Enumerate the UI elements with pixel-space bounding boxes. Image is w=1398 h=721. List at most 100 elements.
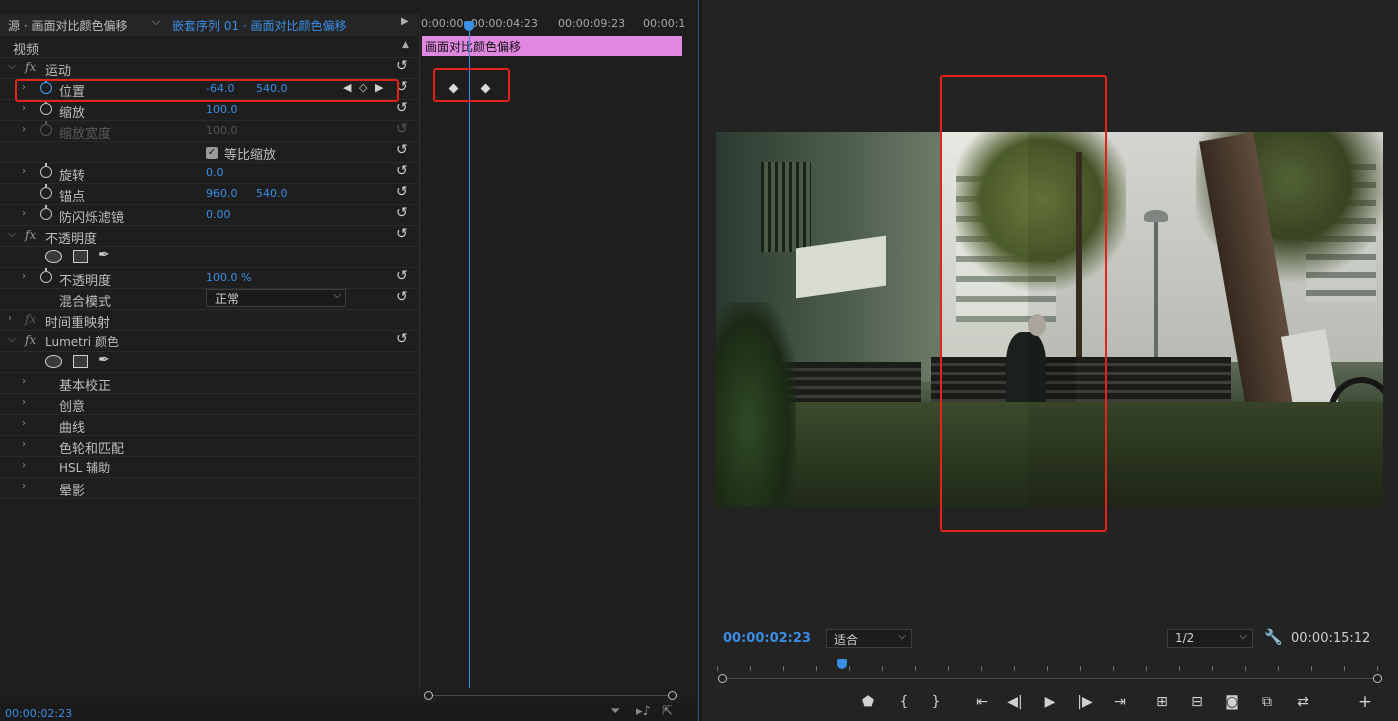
time-remap-row[interactable]: › fx 时间重映射 xyxy=(0,310,418,331)
monitor-playhead[interactable] xyxy=(837,659,847,669)
stopwatch-icon[interactable] xyxy=(40,268,52,283)
proxy-toggle-icon[interactable]: ⇄ xyxy=(1293,694,1313,710)
scale-row[interactable]: › 缩放 100.0 ↺ xyxy=(0,100,418,121)
play-arrow-icon[interactable]: ▶ xyxy=(401,16,409,27)
lift-icon[interactable]: ⊞ xyxy=(1152,694,1172,710)
monitor-time-ruler[interactable] xyxy=(717,662,1383,672)
scroll-handle-left[interactable] xyxy=(424,691,433,700)
playhead-timecode[interactable]: 00:00:02:23 xyxy=(723,631,811,646)
add-button-icon[interactable]: + xyxy=(1355,692,1375,712)
lumetri-section-row[interactable]: › 创意 xyxy=(0,394,418,415)
step-forward-icon[interactable]: |▶ xyxy=(1075,694,1095,710)
lumetri-section-row[interactable]: › 色轮和匹配 xyxy=(0,436,418,457)
opacity-row[interactable]: › 不透明度 100.0 % ↺ xyxy=(0,268,418,289)
anchor-row[interactable]: 锚点 960.0 540.0 ↺ xyxy=(0,184,418,205)
uniform-scale-checkbox[interactable]: ✓ xyxy=(206,147,218,159)
wrench-icon[interactable]: 🔧 xyxy=(1264,628,1283,646)
anchor-x-value[interactable]: 960.0 xyxy=(206,187,238,200)
chevron-right-icon[interactable]: › xyxy=(22,376,26,387)
reset-icon[interactable]: ↺ xyxy=(396,289,408,305)
anchor-y-value[interactable]: 540.0 xyxy=(256,187,288,200)
rotation-row[interactable]: › 旋转 0.0 ↺ xyxy=(0,163,418,184)
mark-in-icon[interactable]: { xyxy=(894,694,914,710)
monitor-scrub-track[interactable] xyxy=(721,678,1381,679)
add-marker-icon[interactable]: ⬟ xyxy=(858,694,878,710)
play-icon[interactable]: ▶ xyxy=(1040,694,1060,710)
comparison-view-icon[interactable]: ⧉ xyxy=(1257,694,1277,710)
playback-resolution-select[interactable]: 1/2 ⌵ xyxy=(1167,629,1253,648)
export-icon[interactable]: ⇱ xyxy=(662,704,673,719)
opacity-value[interactable]: 100.0 % xyxy=(206,271,251,284)
chevron-down-icon[interactable]: ⌵ xyxy=(8,229,16,240)
scrub-handle-left[interactable] xyxy=(718,674,727,683)
chevron-right-icon[interactable]: › xyxy=(22,271,26,282)
chevron-right-icon[interactable]: › xyxy=(8,313,12,324)
chevron-right-icon[interactable]: › xyxy=(22,397,26,408)
stopwatch-icon[interactable] xyxy=(40,184,52,199)
chevron-right-icon[interactable]: › xyxy=(22,166,26,177)
stopwatch-icon[interactable] xyxy=(40,100,52,115)
scale-value[interactable]: 100.0 xyxy=(206,103,238,116)
reset-icon[interactable]: ↺ xyxy=(396,226,408,242)
rotation-value[interactable]: 0.0 xyxy=(206,166,224,179)
chevron-down-icon[interactable]: ⌵ xyxy=(8,334,16,345)
scroll-up-icon[interactable]: ▲ xyxy=(402,40,409,50)
sequence-tab[interactable]: 嵌套序列 01 · 画面对比颜色偏移 xyxy=(172,17,347,34)
chevron-right-icon[interactable]: › xyxy=(22,481,26,492)
rectangle-mask-icon[interactable] xyxy=(73,355,88,368)
chevron-right-icon[interactable]: › xyxy=(22,208,26,219)
blend-mode-select[interactable]: 正常 ⌵ xyxy=(206,289,346,307)
pen-mask-icon[interactable]: ✒ xyxy=(98,247,110,263)
motion-effect-row[interactable]: ⌵ fx 运动 ↺ xyxy=(0,58,418,79)
reset-icon[interactable]: ↺ xyxy=(396,184,408,200)
reset-icon[interactable]: ↺ xyxy=(396,205,408,221)
reset-icon[interactable]: ↺ xyxy=(396,142,408,158)
stopwatch-icon[interactable] xyxy=(40,205,52,220)
anti-flicker-row[interactable]: › 防闪烁滤镜 0.00 ↺ xyxy=(0,205,418,226)
lumetri-effect-row[interactable]: ⌵ fx Lumetri 颜色 ↺ xyxy=(0,331,418,352)
camera-icon[interactable]: ◙ xyxy=(1222,694,1242,710)
uniform-scale-row[interactable]: ✓ 等比缩放 ↺ xyxy=(0,142,418,163)
go-to-out-icon[interactable]: ⇥ xyxy=(1110,694,1130,710)
rectangle-mask-icon[interactable] xyxy=(73,250,88,263)
clip-bar[interactable]: 画面对比颜色偏移 xyxy=(422,36,682,56)
chevron-right-icon[interactable]: › xyxy=(22,439,26,450)
reset-icon[interactable]: ↺ xyxy=(396,331,408,347)
fx-icon[interactable]: fx xyxy=(25,228,36,242)
blend-mode-row[interactable]: 混合模式 正常 ⌵ ↺ xyxy=(0,289,418,310)
chevron-down-icon[interactable]: ⌵ xyxy=(152,15,160,29)
zoom-level-select[interactable]: 适合 ⌵ xyxy=(826,629,912,648)
filter-icon[interactable]: ⏷ xyxy=(610,704,620,719)
current-timecode[interactable]: 00:00:02:23 xyxy=(5,707,72,720)
lumetri-section-row[interactable]: › 晕影 xyxy=(0,478,418,499)
playhead-handle[interactable] xyxy=(464,21,474,31)
chevron-right-icon[interactable]: › xyxy=(22,460,26,471)
scrub-handle-right[interactable] xyxy=(1373,674,1382,683)
ellipse-mask-icon[interactable] xyxy=(45,355,62,368)
timeline-zoom-scrollbar[interactable] xyxy=(424,691,678,700)
reset-icon[interactable]: ↺ xyxy=(396,268,408,284)
fx-icon[interactable]: fx xyxy=(25,312,36,326)
reset-icon[interactable]: ↺ xyxy=(396,163,408,179)
fx-icon[interactable]: fx xyxy=(25,60,36,74)
lumetri-section-row[interactable]: › 基本校正 xyxy=(0,373,418,394)
extract-icon[interactable]: ⊟ xyxy=(1187,694,1207,710)
stopwatch-icon[interactable] xyxy=(40,163,52,178)
playhead-line[interactable] xyxy=(469,24,470,688)
anti-flicker-value[interactable]: 0.00 xyxy=(206,208,231,221)
pen-mask-icon[interactable]: ✒ xyxy=(98,352,110,368)
ellipse-mask-icon[interactable] xyxy=(45,250,62,263)
chevron-right-icon[interactable]: › xyxy=(22,418,26,429)
mark-out-icon[interactable]: } xyxy=(926,694,946,710)
step-back-icon[interactable]: ◀| xyxy=(1005,694,1025,710)
reset-icon[interactable]: ↺ xyxy=(396,58,408,74)
lumetri-section-row[interactable]: › 曲线 xyxy=(0,415,418,436)
chevron-right-icon[interactable]: › xyxy=(22,103,26,114)
go-to-in-icon[interactable]: ⇤ xyxy=(972,694,992,710)
effect-timeline-area[interactable] xyxy=(419,14,683,694)
source-tab[interactable]: 源 · 画面对比颜色偏移 xyxy=(8,17,127,34)
fx-icon[interactable]: fx xyxy=(25,333,36,347)
play-audio-icon[interactable]: ▸♪ xyxy=(636,704,651,719)
lumetri-section-row[interactable]: › HSL 辅助 xyxy=(0,457,418,478)
opacity-effect-row[interactable]: ⌵ fx 不透明度 ↺ xyxy=(0,226,418,247)
